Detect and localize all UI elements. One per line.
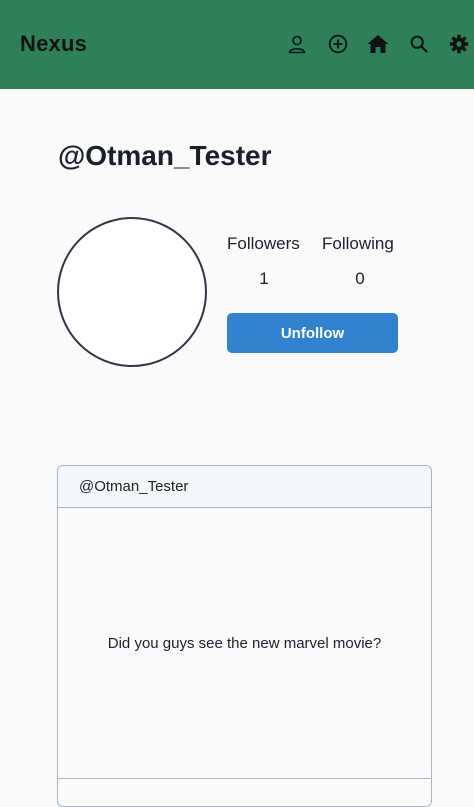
post-divider — [58, 778, 431, 779]
followers-label[interactable]: Followers — [227, 234, 300, 254]
home-icon[interactable] — [367, 33, 389, 55]
avatar — [57, 217, 207, 367]
search-icon[interactable] — [408, 33, 430, 55]
user-icon[interactable] — [286, 33, 308, 55]
plus-circle-icon[interactable] — [327, 33, 349, 55]
brand-logo[interactable]: Nexus — [20, 31, 87, 57]
following-label[interactable]: Following — [322, 234, 394, 254]
post-content: Did you guys see the new marvel movie? — [107, 635, 382, 652]
unfollow-button[interactable]: Unfollow — [227, 313, 398, 353]
following-count: 0 — [355, 269, 365, 288]
post-card: @Otman_Tester Did you guys see the new m… — [57, 465, 432, 807]
navbar: Nexus — [0, 0, 474, 89]
followers-count: 1 — [259, 269, 269, 288]
post-author[interactable]: @Otman_Tester — [58, 466, 431, 508]
profile-username: @Otman_Tester — [58, 140, 272, 171]
gear-icon[interactable] — [448, 33, 470, 55]
